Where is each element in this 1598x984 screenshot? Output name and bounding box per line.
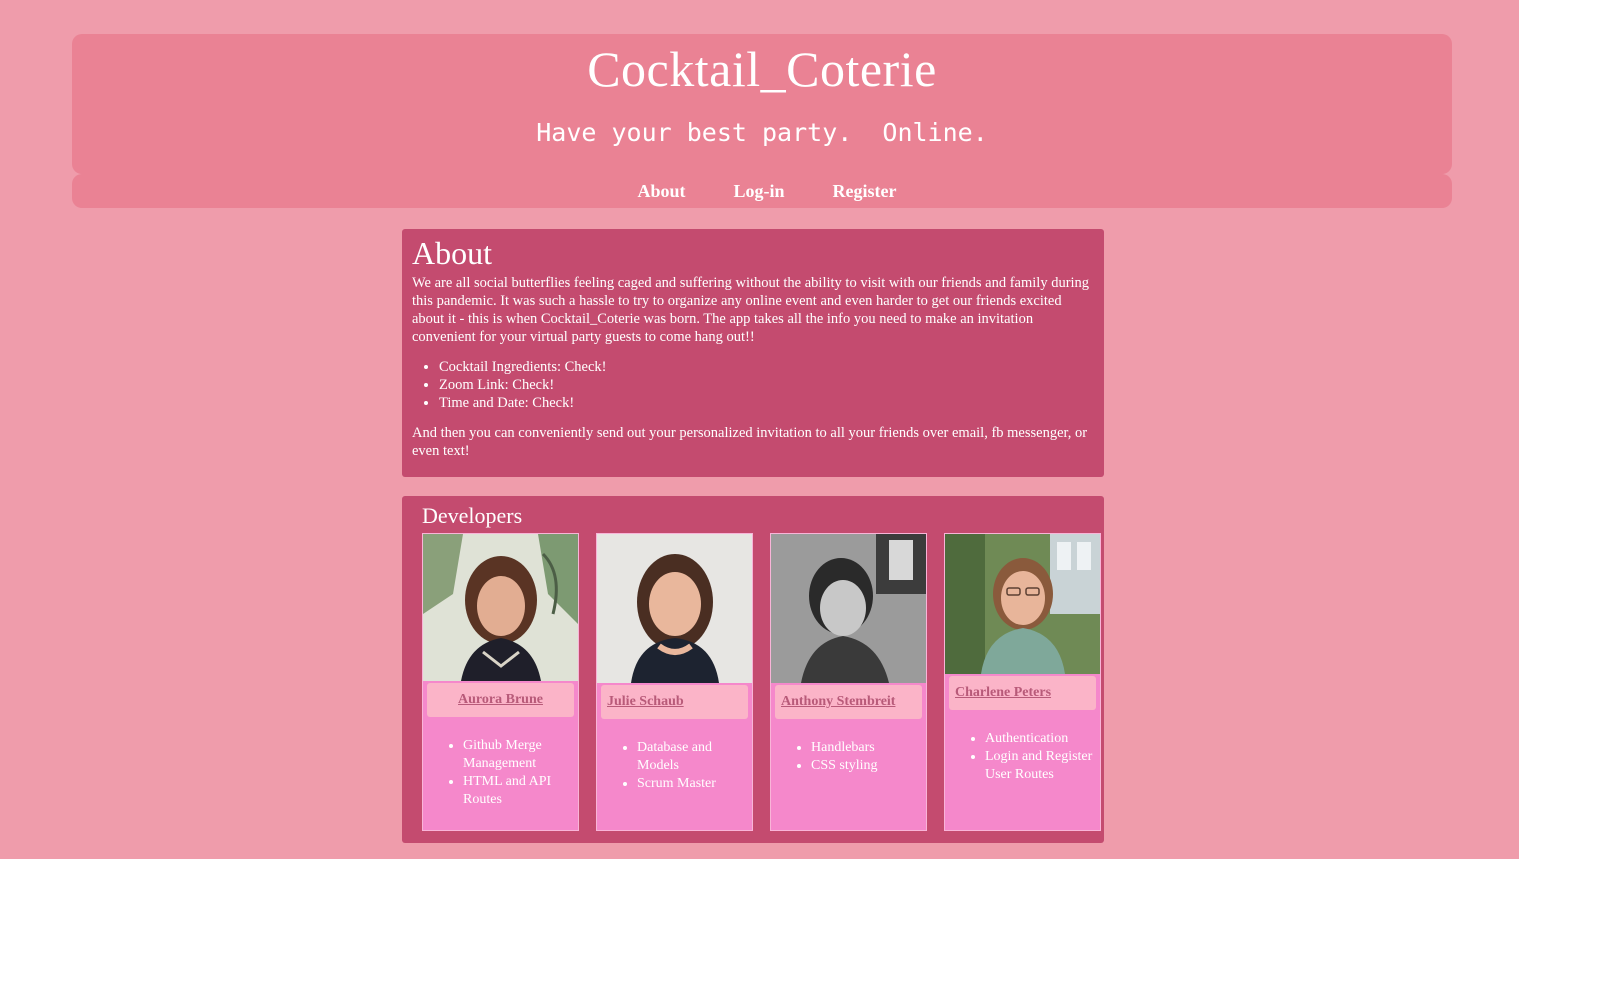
developers-title: Developers (422, 503, 523, 528)
nav-register-link[interactable]: Register (823, 181, 897, 202)
developer-task-list: Handlebars CSS styling (771, 739, 926, 775)
developer-name-link[interactable]: Anthony Stembreit (775, 685, 922, 719)
task-item: Scrum Master (637, 775, 752, 793)
about-closing: And then you can conveniently send out y… (412, 425, 1088, 459)
developer-name-link[interactable]: Charlene Peters (949, 676, 1096, 710)
task-item: Handlebars (811, 739, 926, 757)
task-item: CSS styling (811, 757, 926, 775)
task-item: Database and Models (637, 739, 752, 775)
developer-card: Aurora Brune Github Merge Management HTM… (422, 533, 579, 831)
developer-name-link[interactable]: Julie Schaub (601, 685, 748, 719)
task-item: Login and Register User Routes (985, 748, 1100, 784)
developer-photo (597, 534, 752, 683)
about-intro: We are all social butterflies feeling ca… (412, 275, 1090, 345)
nav-about-link[interactable]: About (628, 181, 686, 202)
developer-photo (771, 534, 926, 683)
task-item: Github Merge Management (463, 737, 578, 773)
developer-task-list: Authentication Login and Register User R… (945, 730, 1100, 784)
task-item: Authentication (985, 730, 1100, 748)
developers-section: Developers Aurora Brune Github Merge Man… (402, 496, 1104, 843)
developer-name-link[interactable]: Aurora Brune (427, 683, 574, 717)
about-section: About We are all social butterflies feel… (402, 229, 1104, 477)
developer-card: Charlene Peters Authentication Login and… (944, 533, 1101, 831)
nav-login-link[interactable]: Log-in (724, 181, 785, 202)
about-checklist: Cocktail Ingredients: Check! Zoom Link: … (412, 358, 1094, 412)
developer-task-list: Github Merge Management HTML and API Rou… (423, 737, 578, 809)
developer-card: Anthony Stembreit Handlebars CSS styling (770, 533, 927, 831)
site-header: Cocktail_Coterie Have your best party. O… (72, 34, 1452, 174)
checklist-item: Time and Date: Check! (439, 394, 1094, 412)
developer-photo (945, 534, 1100, 674)
site-tagline: Have your best party. Online. (536, 118, 988, 147)
developer-card: Julie Schaub Database and Models Scrum M… (596, 533, 753, 831)
checklist-item: Cocktail Ingredients: Check! (439, 358, 1094, 376)
task-item: HTML and API Routes (463, 773, 578, 809)
main-nav: About Log-in Register (72, 174, 1452, 208)
checklist-item: Zoom Link: Check! (439, 376, 1094, 394)
developer-photo (423, 534, 578, 681)
about-title: About (412, 235, 492, 271)
developer-task-list: Database and Models Scrum Master (597, 739, 752, 793)
site-title: Cocktail_Coterie (587, 41, 937, 97)
